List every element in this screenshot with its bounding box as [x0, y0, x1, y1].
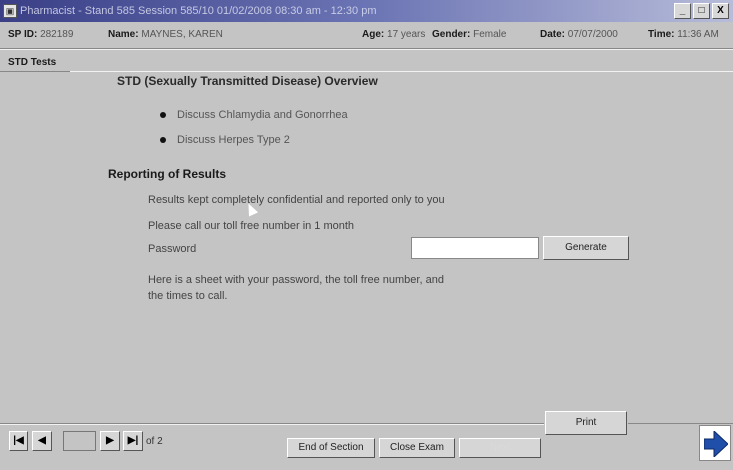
confidential-text: Results kept completely confidential and… — [148, 194, 445, 206]
app-icon: ▣ — [3, 4, 17, 18]
sidebar-divider — [0, 71, 70, 72]
next-section-button[interactable]: Next — [459, 438, 541, 458]
name-label: Name: — [108, 29, 139, 40]
print-button[interactable]: Print — [545, 411, 627, 435]
date-value: 07/07/2000 — [567, 29, 618, 40]
name-value: MAYNES, KAREN — [141, 29, 223, 40]
minimize-button[interactable]: _ — [674, 3, 691, 19]
maximize-button[interactable]: □ — [693, 3, 710, 19]
window-title: Pharmacist - Stand 585 Session 585/10 01… — [20, 5, 377, 17]
content-divider-top — [70, 71, 733, 72]
sp-id-label: SP ID: — [8, 29, 38, 40]
first-page-button[interactable]: |◀ — [9, 431, 28, 451]
patient-info-bar: SP ID: 282189 Name: MAYNES, KAREN Age: 1… — [0, 24, 733, 46]
exit-arrow-icon — [704, 431, 728, 457]
footer-divider-left-highlight — [0, 424, 544, 425]
time-value: 11:36 AM — [677, 29, 719, 40]
password-input[interactable] — [411, 237, 539, 259]
reporting-heading: Reporting of Results — [108, 167, 227, 181]
sp-id-field: SP ID: 282189 — [8, 24, 73, 46]
prev-page-icon: ◀ — [38, 435, 46, 446]
last-page-icon: ▶| — [127, 435, 139, 446]
end-of-section-button[interactable]: End of Section — [287, 438, 375, 458]
close-button[interactable]: X — [712, 3, 729, 19]
time-field: Time: 11:36 AM — [648, 24, 719, 46]
footer-divider-right — [628, 423, 733, 424]
title-bar: ▣ Pharmacist - Stand 585 Session 585/10 … — [0, 0, 733, 22]
exit-button[interactable] — [699, 425, 731, 461]
info-divider-highlight — [0, 49, 733, 50]
next-page-icon: ▶ — [106, 435, 114, 446]
list-item: Discuss Chlamydia and Gonorrhea — [160, 107, 348, 132]
sp-id-value: 282189 — [40, 29, 74, 40]
call-text: Please call our toll free number in 1 mo… — [148, 220, 355, 232]
page-number-field[interactable] — [63, 431, 96, 451]
age-label: Age: — [362, 29, 385, 40]
age-value: 17 years — [387, 29, 426, 40]
close-exam-button[interactable]: Close Exam — [379, 438, 455, 458]
gender-label: Gender: — [432, 29, 471, 40]
page-title: STD (Sexually Transmitted Disease) Overv… — [117, 74, 378, 88]
page-count: of 2 — [146, 436, 163, 447]
next-page-button[interactable]: ▶ — [100, 431, 120, 451]
window-controls: _ □ X — [674, 3, 729, 19]
time-label: Time: — [648, 29, 675, 40]
last-page-button[interactable]: ▶| — [123, 431, 143, 451]
password-sheet-note: Here is a sheet with your password, the … — [148, 274, 444, 302]
first-page-icon: |◀ — [13, 435, 24, 446]
prev-page-button[interactable]: ◀ — [32, 431, 52, 451]
age-field: Age: 17 years — [362, 24, 425, 46]
name-field: Name: MAYNES, KAREN — [108, 24, 223, 46]
date-label: Date: — [540, 29, 566, 40]
generate-button[interactable]: Generate — [543, 236, 629, 260]
gender-value: Female — [473, 29, 507, 40]
gender-field: Gender: Female — [432, 24, 506, 46]
date-field: Date: 07/07/2000 — [540, 24, 618, 46]
list-item: Discuss Herpes Type 2 — [160, 132, 348, 157]
sidebar-item-std-tests[interactable]: STD Tests — [8, 57, 56, 68]
password-label: Password — [148, 243, 197, 255]
discussion-list: Discuss Chlamydia and Gonorrhea Discuss … — [160, 107, 348, 157]
